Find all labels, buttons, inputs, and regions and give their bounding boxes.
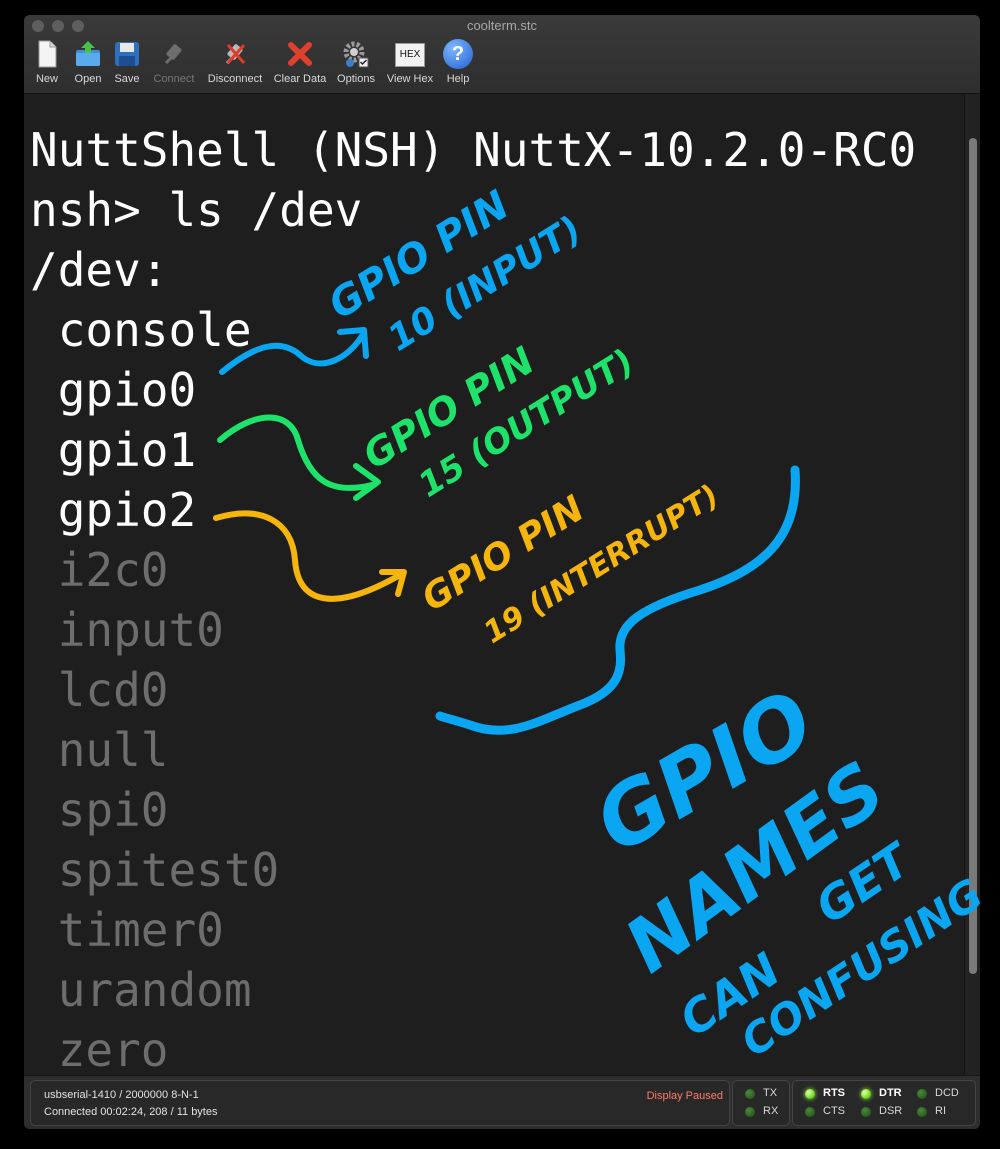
options-button[interactable]: Options [334, 39, 378, 91]
device-spi0: spi0 [30, 783, 169, 837]
device-lcd0: lcd0 [30, 663, 169, 717]
save-label: Save [114, 73, 140, 85]
plug-icon [159, 39, 189, 69]
hex-icon: HEX [395, 39, 425, 69]
dtr-led[interactable] [861, 1089, 871, 1099]
device-gpio1: gpio1 [30, 423, 197, 477]
device-gpio2: gpio2 [30, 483, 197, 537]
dsr-label: DSR [879, 1105, 903, 1117]
device-input0: input0 [30, 603, 224, 657]
rx-label: RX [763, 1105, 779, 1117]
disconnect-label: Disconnect [207, 73, 263, 85]
clear-data-button[interactable]: Clear Data [272, 39, 328, 91]
dcd-label: DCD [935, 1087, 959, 1099]
connect-button[interactable]: Connect [150, 39, 198, 91]
connection-status-panel: usbserial-1410 / 2000000 8-N-1 Connected… [30, 1080, 730, 1126]
view-hex-button[interactable]: HEX View Hex [384, 39, 436, 91]
new-label: New [35, 73, 58, 85]
rx-led [745, 1107, 755, 1117]
ri-label: RI [935, 1105, 946, 1117]
floppy-disk-icon [112, 39, 142, 69]
tx-led [745, 1089, 755, 1099]
help-button[interactable]: ? Help [442, 39, 474, 91]
terminal-line-banner: NuttShell (NSH) NuttX-10.2.0-RC0 [30, 123, 917, 177]
disconnect-plug-icon [220, 39, 250, 69]
dtr-label: DTR [879, 1087, 902, 1099]
connection-info-text: Connected 00:02:24, 208 / 11 bytes [44, 1106, 218, 1118]
hex-badge: HEX [395, 43, 425, 67]
port-settings-text: usbserial-1410 / 2000000 8-N-1 [44, 1089, 199, 1101]
rts-label: RTS [823, 1087, 845, 1099]
rts-led[interactable] [805, 1089, 815, 1099]
display-paused-text: Display Paused [646, 1090, 723, 1102]
txrx-panel: TX RX [732, 1080, 790, 1126]
help-icon: ? [443, 39, 473, 69]
app-window: coolterm.stc New Open Save Connect Disco… [24, 15, 980, 1129]
options-label: Options [337, 73, 375, 85]
clear-data-label: Clear Data [273, 73, 327, 85]
device-null: null [30, 723, 169, 777]
dcd-led [917, 1089, 927, 1099]
ri-led [917, 1107, 927, 1117]
terminal-line-dev-header: /dev: [30, 243, 169, 297]
red-x-icon [285, 39, 315, 69]
line-signals-panel: RTS CTS DTR DSR DCD RI [792, 1080, 976, 1126]
terminal-line-command: nsh> ls /dev [30, 183, 363, 237]
connect-label: Connect [153, 73, 195, 85]
device-i2c0: i2c0 [30, 543, 169, 597]
device-gpio0: gpio0 [30, 363, 197, 417]
view-hex-label: View Hex [386, 73, 434, 85]
gear-icon [341, 39, 371, 69]
cts-label: CTS [823, 1105, 845, 1117]
device-spitest0: spitest0 [30, 843, 280, 897]
help-label: Help [446, 73, 470, 85]
new-document-icon [32, 39, 62, 69]
help-glyph: ? [443, 39, 473, 69]
device-zero: zero [30, 1023, 169, 1077]
device-urandom: urandom [30, 963, 252, 1017]
window-title: coolterm.stc [466, 18, 538, 33]
open-folder-icon [73, 39, 103, 69]
dsr-led [861, 1107, 871, 1117]
scrollbar-thumb[interactable] [969, 138, 977, 974]
open-button[interactable]: Open [70, 39, 106, 91]
status-bar: usbserial-1410 / 2000000 8-N-1 Connected… [24, 1075, 980, 1129]
disconnect-button[interactable]: Disconnect [204, 39, 266, 91]
terminal-scrollbar[interactable] [964, 94, 980, 1075]
new-button[interactable]: New [30, 39, 64, 91]
terminal-output[interactable]: NuttShell (NSH) NuttX-10.2.0-RC0 nsh> ls… [24, 94, 964, 1077]
title-bar: coolterm.stc New Open Save Connect Disco… [24, 15, 980, 94]
tx-label: TX [763, 1087, 778, 1099]
device-console: console [30, 303, 252, 357]
device-timer0: timer0 [30, 903, 224, 957]
cts-led [805, 1107, 815, 1117]
open-label: Open [74, 73, 102, 85]
save-button[interactable]: Save [112, 39, 142, 91]
